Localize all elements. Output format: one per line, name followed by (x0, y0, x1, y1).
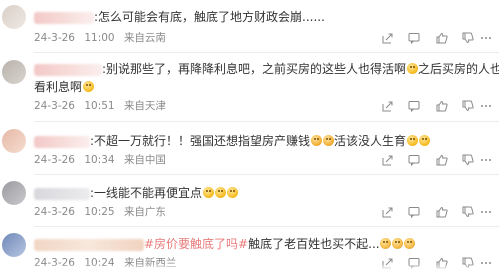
comment-time: 10:25 (84, 206, 115, 218)
comment-body: :一线能不能再便宜点 (90, 186, 203, 200)
comment-date: 24-3-26 (34, 32, 75, 44)
laugh-cry-emoji-icon (392, 238, 404, 249)
divider (34, 226, 499, 227)
comment-item: :怎么可能会有底，触底了地方财政会崩...... 24-3-26 11:00 来… (0, 3, 499, 53)
face-emoji-icon (202, 187, 214, 198)
comment-icon[interactable] (407, 205, 421, 219)
share-icon[interactable] (381, 205, 395, 219)
thumbs-up-icon[interactable] (435, 205, 449, 219)
comment-text: :别说那些了，再降降利息吧，之前买房的这些人也得活啊之后买房的人也得 (34, 60, 499, 78)
comment-body: :怎么可能会有底，触底了地方财政会崩...... (94, 10, 325, 24)
comment-text: #房价要触底了吗#触底了老百姓也买不起... (34, 235, 495, 253)
comment-time: 11:00 (84, 32, 115, 44)
avatar[interactable] (2, 129, 26, 153)
sad-emoji-icon (310, 135, 322, 146)
comment-feed: :怎么可能会有底，触底了地方财政会崩...... 24-3-26 11:00 来… (0, 0, 499, 270)
comment-meta: 24-3-26 10:25 来自广东 (34, 205, 166, 219)
comment-body-line2: 看利息啊 (34, 80, 83, 94)
more-icon[interactable] (479, 99, 493, 113)
avatar[interactable] (2, 5, 26, 29)
thumbs-down-icon[interactable] (461, 205, 475, 219)
comment-icon[interactable] (407, 31, 421, 45)
more-icon[interactable] (479, 153, 493, 167)
comment-location: 来自天津 (123, 100, 166, 112)
thumbs-up-icon[interactable] (435, 153, 449, 167)
divider (34, 52, 499, 53)
grin-emoji-icon (82, 81, 94, 92)
comment-body: :不超一万就行！！强国还想指望房产赚钱 (90, 134, 311, 148)
share-icon[interactable] (381, 31, 395, 45)
comment-icon[interactable] (407, 99, 421, 113)
comment-meta: 24-3-26 10:51 来自天津 (34, 99, 166, 113)
share-icon[interactable] (381, 153, 395, 167)
commenter-name[interactable] (34, 63, 102, 76)
face-emoji-icon (418, 135, 430, 146)
comment-body-continued: 活该没人生育 (334, 134, 407, 148)
thumbs-down-icon[interactable] (461, 153, 475, 167)
divider (34, 174, 499, 175)
comment-actions (373, 205, 493, 219)
sad-emoji-icon (322, 135, 334, 146)
comment-location: 来自中国 (123, 154, 166, 166)
share-icon[interactable] (381, 99, 395, 113)
comment-item: :一线能不能再便宜点 24-3-26 10:25 来自广东 (0, 176, 499, 228)
divider (34, 121, 499, 122)
comment-actions (373, 99, 493, 113)
comment-date: 24-3-26 (34, 154, 75, 166)
avatar[interactable] (2, 181, 26, 205)
face-emoji-icon (214, 187, 226, 198)
commenter-name[interactable] (34, 11, 94, 24)
comment-meta: 24-3-26 10:34 来自中国 (34, 153, 166, 167)
laugh-cry-emoji-icon (380, 238, 392, 249)
comment-meta: 24-3-26 11:00 来自云南 (34, 31, 166, 45)
comment-time: 10:51 (84, 100, 115, 112)
thumbs-down-icon[interactable] (461, 31, 475, 45)
comment-body: :别说那些了，再降降利息吧，之前买房的这些人也得活啊 (102, 62, 407, 76)
comment-time: 10:34 (84, 154, 115, 166)
grin-emoji-icon (406, 63, 418, 74)
commenter-name[interactable] (34, 238, 144, 251)
comment-text: :怎么可能会有底，触底了地方财政会崩...... (34, 8, 495, 26)
comment-item: :别说那些了，再降降利息吧，之前买房的这些人也得活啊之后买房的人也得 看利息啊 … (0, 54, 499, 124)
face-emoji-icon (226, 187, 238, 198)
comment-text-line2: 看利息啊 (34, 78, 495, 96)
comment-location: 来自云南 (123, 32, 166, 44)
thumbs-up-icon[interactable] (435, 31, 449, 45)
comment-item: :不超一万就行！！强国还想指望房产赚钱 活该没人生育 24-3-26 10:34 … (0, 124, 499, 176)
comment-body: 触底了老百姓也买不起... (248, 237, 380, 251)
face-emoji-icon (406, 135, 418, 146)
comment-body-continued: 之后买房的人也得 (418, 62, 499, 76)
bottom-fade (0, 264, 499, 270)
laugh-cry-emoji-icon (404, 238, 416, 249)
commenter-name[interactable] (34, 135, 90, 148)
comment-location: 来自广东 (123, 206, 166, 218)
avatar[interactable] (2, 233, 26, 257)
topic-hashtag[interactable]: #房价要触底了吗# (144, 237, 248, 251)
comment-text: :一线能不能再便宜点 (34, 184, 495, 202)
comment-date: 24-3-26 (34, 206, 75, 218)
avatar[interactable] (2, 60, 26, 84)
commenter-name[interactable] (34, 187, 90, 200)
comment-actions (373, 153, 493, 167)
thumbs-down-icon[interactable] (461, 99, 475, 113)
comment-icon[interactable] (407, 153, 421, 167)
comment-date: 24-3-26 (34, 100, 75, 112)
comment-actions (373, 31, 493, 45)
thumbs-up-icon[interactable] (435, 99, 449, 113)
more-icon[interactable] (479, 205, 493, 219)
more-icon[interactable] (479, 31, 493, 45)
comment-text: :不超一万就行！！强国还想指望房产赚钱 活该没人生育 (34, 132, 495, 150)
